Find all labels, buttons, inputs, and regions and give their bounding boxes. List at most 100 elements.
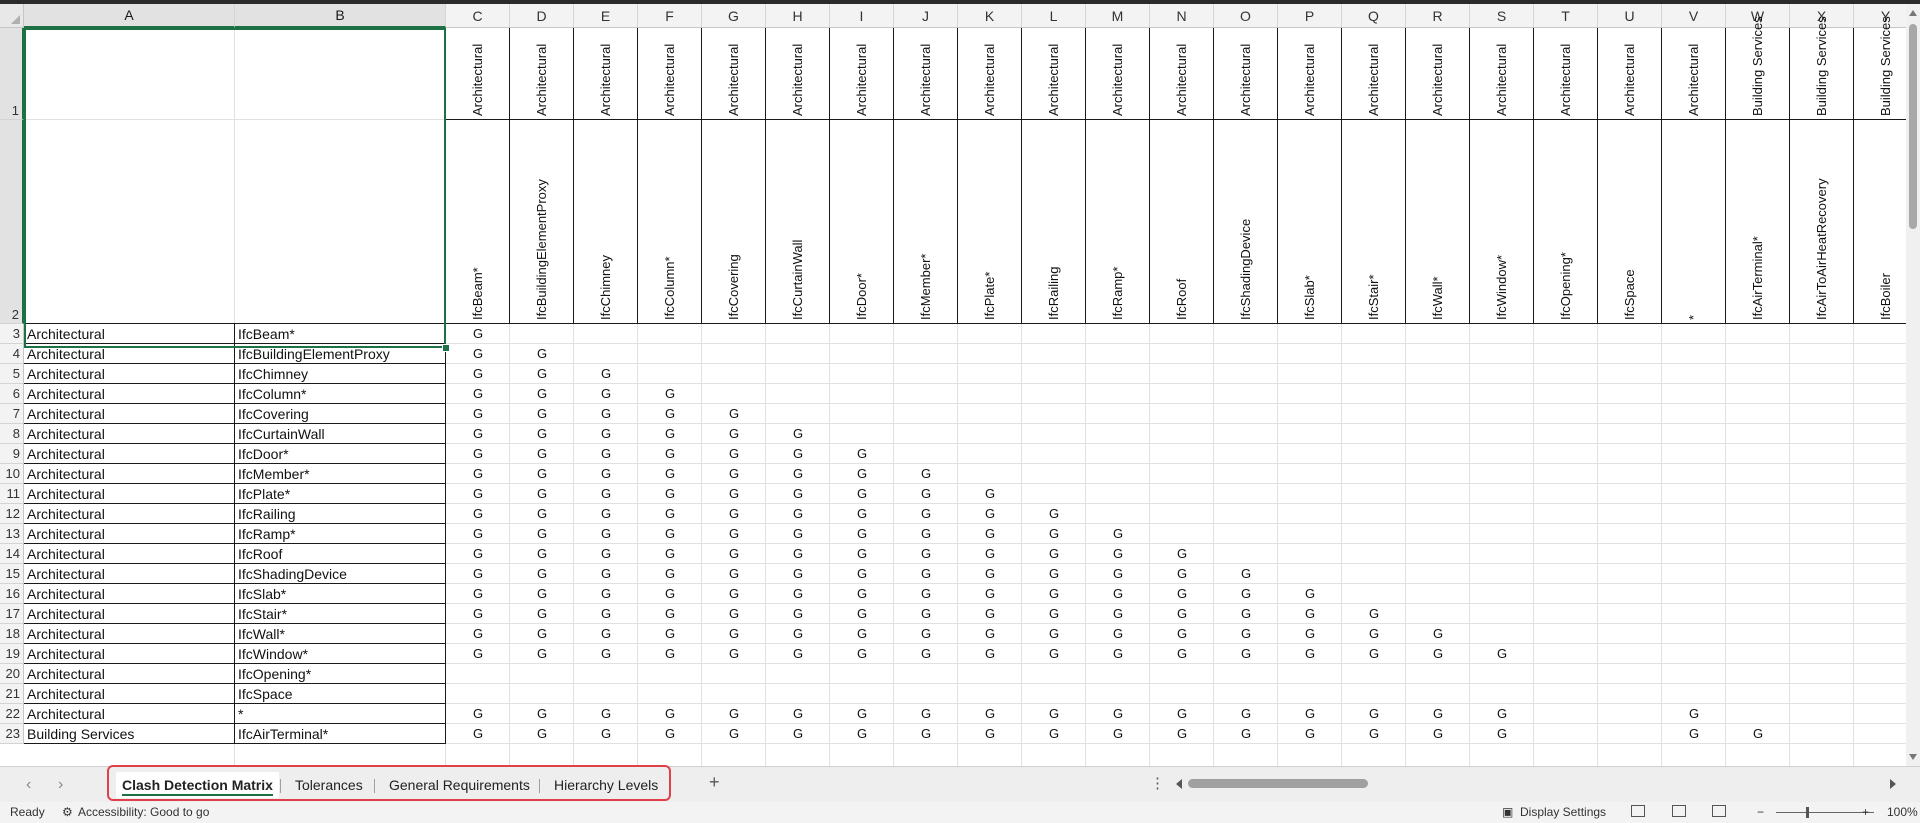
clash-cell[interactable]: G (638, 604, 702, 624)
clash-cell[interactable]: G (702, 704, 766, 724)
row-header-12[interactable]: 12 (0, 504, 24, 524)
clash-cell[interactable]: G (702, 524, 766, 544)
discipline-cell[interactable]: Architectural (27, 544, 105, 564)
clash-cell[interactable]: G (894, 604, 958, 624)
clash-cell[interactable]: G (446, 364, 510, 384)
clash-cell[interactable]: G (510, 724, 574, 744)
ifc-class-cell[interactable]: IfcSlab* (238, 584, 286, 604)
clash-cell[interactable]: G (446, 724, 510, 744)
clash-cell[interactable]: G (574, 504, 638, 524)
clash-cell[interactable]: G (446, 484, 510, 504)
discipline-cell[interactable]: Architectural (27, 584, 105, 604)
ifc-class-cell[interactable]: IfcRamp* (238, 524, 296, 544)
clash-cell[interactable]: G (702, 564, 766, 584)
clash-cell[interactable]: G (638, 384, 702, 404)
clash-cell[interactable]: G (1086, 564, 1150, 584)
clash-cell[interactable]: G (1214, 584, 1278, 604)
clash-cell[interactable]: G (446, 644, 510, 664)
clash-cell[interactable]: G (1150, 604, 1214, 624)
row-header-1[interactable]: 1 (0, 28, 24, 120)
clash-cell[interactable]: G (766, 424, 830, 444)
ifc-class-cell[interactable]: IfcChimney (238, 364, 308, 384)
row-header-3[interactable]: 3 (0, 324, 24, 344)
clash-cell[interactable]: G (958, 604, 1022, 624)
discipline-cell[interactable]: Architectural (27, 524, 105, 544)
clash-cell[interactable]: G (510, 564, 574, 584)
clash-cell[interactable]: G (574, 384, 638, 404)
clash-cell[interactable]: G (1150, 564, 1214, 584)
clash-cell[interactable]: G (638, 464, 702, 484)
clash-cell[interactable]: G (574, 564, 638, 584)
clash-cell[interactable]: G (1470, 724, 1534, 744)
column-header-k[interactable]: K (958, 4, 1022, 28)
clash-cell[interactable]: G (830, 524, 894, 544)
clash-cell[interactable]: G (894, 584, 958, 604)
clash-cell[interactable]: G (702, 504, 766, 524)
clash-cell[interactable]: G (574, 544, 638, 564)
clash-cell[interactable]: G (894, 544, 958, 564)
clash-cell[interactable]: G (766, 464, 830, 484)
clash-cell[interactable]: G (1022, 604, 1086, 624)
accessibility-icon[interactable]: ⚙ (62, 805, 73, 819)
discipline-cell[interactable]: Architectural (27, 444, 105, 464)
clash-cell[interactable]: G (510, 404, 574, 424)
clash-cell[interactable]: G (510, 504, 574, 524)
clash-cell[interactable]: G (638, 584, 702, 604)
clash-cell[interactable]: G (510, 604, 574, 624)
ifc-class-cell[interactable]: * (238, 704, 243, 724)
scroll-right-icon[interactable] (1890, 779, 1896, 789)
clash-cell[interactable]: G (1406, 704, 1470, 724)
clash-cell[interactable]: G (1662, 704, 1726, 724)
display-settings-icon[interactable]: ▣ (1502, 805, 1513, 819)
row-header-20[interactable]: 20 (0, 664, 24, 684)
clash-cell[interactable]: G (446, 384, 510, 404)
scroll-left-icon[interactable] (1176, 779, 1182, 789)
clash-cell[interactable]: G (766, 484, 830, 504)
select-all-button[interactable] (0, 4, 24, 28)
zoom-out-button[interactable]: − (1757, 805, 1764, 819)
clash-cell[interactable]: G (1342, 624, 1406, 644)
column-header-s[interactable]: S (1470, 4, 1534, 28)
clash-cell[interactable]: G (766, 504, 830, 524)
discipline-cell[interactable]: Architectural (27, 484, 105, 504)
clash-cell[interactable]: G (510, 624, 574, 644)
ifc-class-cell[interactable]: IfcRailing (238, 504, 296, 524)
clash-cell[interactable]: G (574, 724, 638, 744)
row-header-22[interactable]: 22 (0, 704, 24, 724)
clash-cell[interactable]: G (702, 544, 766, 564)
clash-cell[interactable]: G (510, 424, 574, 444)
clash-cell[interactable]: G (638, 444, 702, 464)
clash-cell[interactable]: G (1150, 644, 1214, 664)
clash-cell[interactable]: G (574, 444, 638, 464)
ifc-class-cell[interactable]: IfcPlate* (238, 484, 290, 504)
clash-cell[interactable]: G (894, 624, 958, 644)
worksheet-grid[interactable]: A B C D E F G H I J K L M N O P Q R S T U V W X Y 1 2 3 4 5 6 7 8 9 10 11 12… (0, 4, 1906, 766)
clash-cell[interactable]: G (638, 504, 702, 524)
ifc-class-cell[interactable]: IfcColumn* (238, 384, 306, 404)
clash-cell[interactable]: G (1214, 564, 1278, 584)
clash-cell[interactable]: G (894, 484, 958, 504)
column-header-r[interactable]: R (1406, 4, 1470, 28)
clash-cell[interactable]: G (1406, 724, 1470, 744)
clash-cell[interactable]: G (1022, 724, 1086, 744)
clash-cell[interactable]: G (1022, 644, 1086, 664)
ifc-class-cell[interactable]: IfcCovering (238, 404, 309, 424)
column-header-o[interactable]: O (1214, 4, 1278, 28)
clash-cell[interactable]: G (894, 504, 958, 524)
clash-cell[interactable]: G (1086, 544, 1150, 564)
clash-cell[interactable]: G (1086, 704, 1150, 724)
clash-cell[interactable]: G (830, 564, 894, 584)
clash-cell[interactable]: G (510, 704, 574, 724)
discipline-cell[interactable]: Architectural (27, 644, 105, 664)
clash-cell[interactable]: G (830, 464, 894, 484)
clash-cell[interactable]: G (574, 524, 638, 544)
row-header-9[interactable]: 9 (0, 444, 24, 464)
clash-cell[interactable]: G (830, 484, 894, 504)
column-header-v[interactable]: V (1662, 4, 1726, 28)
zoom-slider[interactable] (1776, 812, 1874, 813)
clash-cell[interactable]: G (958, 524, 1022, 544)
normal-view-icon[interactable] (1631, 805, 1645, 817)
clash-cell[interactable]: G (446, 424, 510, 444)
prev-sheet-icon[interactable]: ‹ (26, 776, 31, 794)
zoom-slider-knob[interactable] (1806, 807, 1809, 818)
